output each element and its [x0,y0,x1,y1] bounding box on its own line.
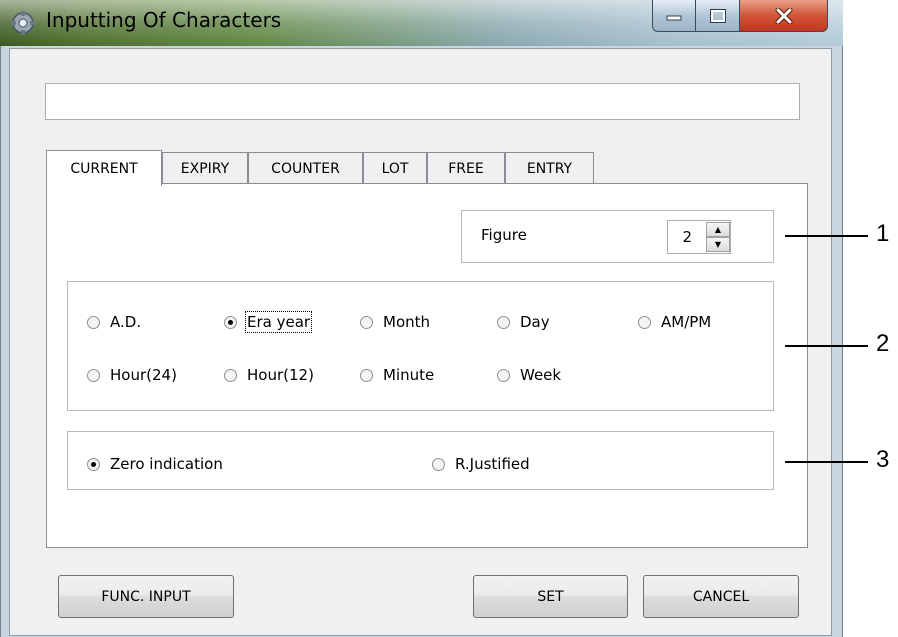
callout-line-3 [785,461,868,463]
radio-month[interactable]: Month [360,313,430,331]
radio-label: A.D. [110,313,142,331]
figure-label: Figure [481,226,527,244]
radio-label: Hour(24) [110,366,177,384]
window-title: Inputting Of Characters [46,8,282,32]
spin-up-button[interactable]: ▲ [706,222,730,237]
callout-line-2 [785,345,868,347]
figure-value: 2 [682,228,692,246]
tab-expiry[interactable]: EXPIRY [162,152,248,184]
radio-ampm[interactable]: AM/PM [638,313,711,331]
radio-label: Minute [383,366,435,384]
set-button[interactable]: SET [473,575,628,618]
radio-label: Hour(12) [247,366,314,384]
close-button[interactable] [740,0,828,32]
radio-label: Zero indication [110,455,223,473]
radio-minute[interactable]: Minute [360,366,434,384]
radio-button[interactable] [497,315,510,329]
radio-hour24[interactable]: Hour(24) [87,366,177,384]
radio-button[interactable] [638,315,651,329]
radio-r-justified[interactable]: R.Justified [432,455,530,473]
radio-hour12[interactable]: Hour(12) [224,366,314,384]
radio-label: Day [520,313,550,331]
radio-ad[interactable]: A.D. [87,313,141,331]
title-bar[interactable]: Inputting Of Characters [0,0,843,46]
radio-button[interactable] [432,457,445,471]
radio-label: AM/PM [661,313,712,331]
tab-current[interactable]: CURRENT [46,150,162,186]
cancel-button[interactable]: CANCEL [643,575,799,618]
radio-button[interactable] [360,368,373,382]
character-input-field[interactable] [45,83,800,120]
arrow-down-icon: ▼ [714,240,722,249]
radio-week[interactable]: Week [497,366,561,384]
radio-day[interactable]: Day [497,313,550,331]
tab-free[interactable]: FREE [427,152,505,184]
arrow-up-icon: ▲ [714,225,722,234]
tab-counter[interactable]: COUNTER [248,152,363,184]
radio-label: Era year [244,311,313,333]
radio-button[interactable] [497,368,510,382]
radio-button[interactable] [87,315,100,329]
date-format-group [67,281,774,411]
radio-label: Week [520,366,562,384]
close-icon [775,7,792,24]
radio-zero-indication[interactable]: Zero indication [87,455,223,473]
radio-button-selected[interactable] [224,315,237,329]
maximize-icon [709,8,726,23]
callout-number-2: 2 [876,330,890,357]
radio-label: Month [383,313,431,331]
figure-spin-buttons: ▲ ▼ [706,222,730,252]
dialog-window: Inputting Of Characters CURRENT EXPIRY C… [0,0,843,637]
radio-button[interactable] [87,368,100,382]
radio-button[interactable] [360,315,373,329]
minimize-icon [666,15,682,20]
radio-era-year[interactable]: Era year [224,311,313,333]
minimize-button[interactable] [652,0,696,32]
radio-label: R.Justified [455,455,530,473]
tab-lot[interactable]: LOT [363,152,427,184]
app-icon [11,11,35,35]
func-input-button[interactable]: FUNC. INPUT [58,575,234,618]
radio-button-selected[interactable] [87,457,100,471]
callout-line-1 [785,235,868,237]
tab-entry[interactable]: ENTRY [505,152,594,184]
spin-down-button[interactable]: ▼ [706,237,730,252]
radio-button[interactable] [224,368,237,382]
callout-number-3: 3 [876,446,890,473]
maximize-button[interactable] [696,0,740,32]
callout-number-1: 1 [876,220,890,247]
